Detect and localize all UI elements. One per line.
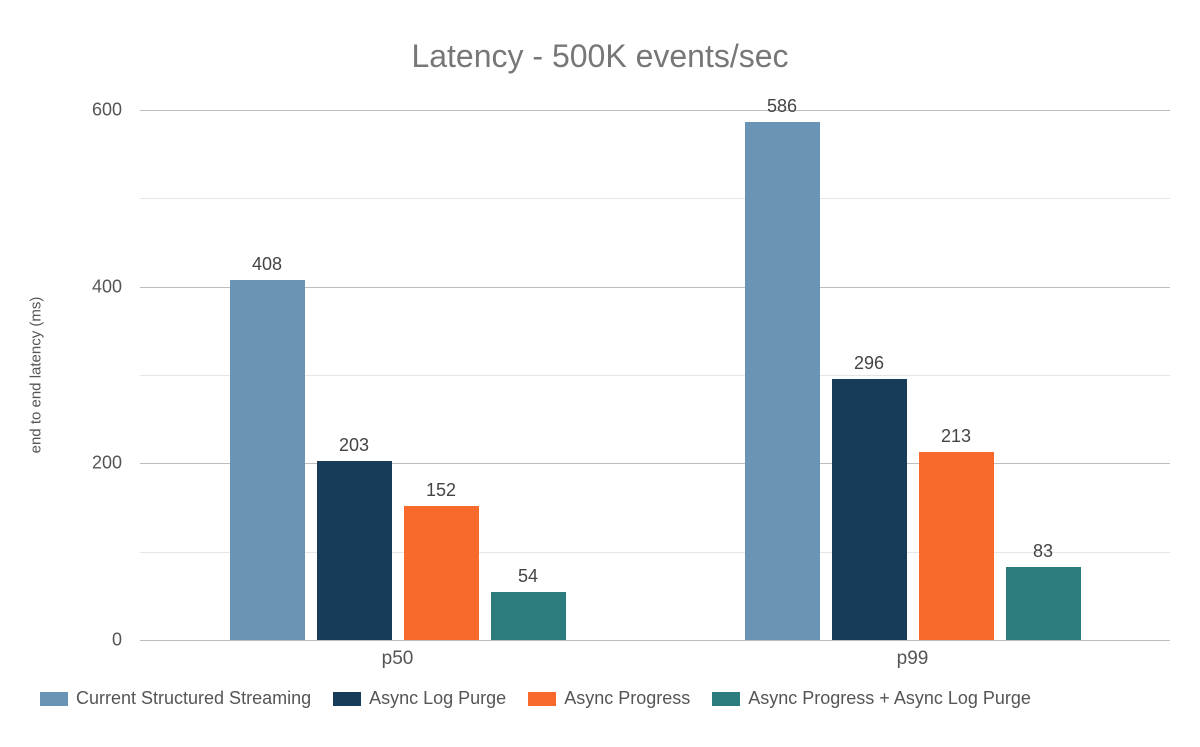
legend-item: Async Progress + Async Log Purge bbox=[712, 688, 1031, 709]
bar bbox=[404, 506, 479, 640]
legend-swatch bbox=[40, 692, 68, 706]
bar-value-label: 83 bbox=[1003, 541, 1083, 562]
legend-item: Async Log Purge bbox=[333, 688, 506, 709]
grid-line bbox=[140, 640, 1170, 641]
legend-swatch bbox=[712, 692, 740, 706]
bar bbox=[230, 280, 305, 640]
legend-label: Async Progress + Async Log Purge bbox=[748, 688, 1031, 709]
grid-line bbox=[140, 198, 1170, 199]
legend-item: Current Structured Streaming bbox=[40, 688, 311, 709]
bar bbox=[491, 592, 566, 640]
chart-title: Latency - 500K events/sec bbox=[0, 38, 1200, 75]
x-tick-label: p99 bbox=[897, 648, 929, 670]
y-tick-label: 400 bbox=[62, 276, 122, 297]
legend-item: Async Progress bbox=[528, 688, 690, 709]
bar bbox=[745, 122, 820, 640]
bar bbox=[919, 452, 994, 640]
bar-value-label: 213 bbox=[916, 426, 996, 447]
bar-value-label: 586 bbox=[742, 96, 822, 117]
bar-value-label: 296 bbox=[829, 353, 909, 374]
bar bbox=[317, 461, 392, 640]
legend-label: Async Log Purge bbox=[369, 688, 506, 709]
bar bbox=[832, 379, 907, 640]
bar-value-label: 54 bbox=[488, 566, 568, 587]
legend: Current Structured Streaming Async Log Pu… bbox=[40, 688, 1180, 709]
bar-value-label: 203 bbox=[314, 435, 394, 456]
legend-label: Async Progress bbox=[564, 688, 690, 709]
y-axis-title: end to end latency (ms) bbox=[28, 297, 45, 454]
chart-container: Latency - 500K events/sec end to end lat… bbox=[0, 0, 1200, 747]
x-tick-label: p50 bbox=[382, 648, 414, 670]
grid-line bbox=[140, 110, 1170, 111]
y-tick-label: 0 bbox=[62, 630, 122, 651]
bar bbox=[1006, 567, 1081, 640]
legend-label: Current Structured Streaming bbox=[76, 688, 311, 709]
legend-swatch bbox=[528, 692, 556, 706]
bar-value-label: 408 bbox=[227, 254, 307, 275]
plot-area: 020040060040820315254p5058629621383p99 bbox=[140, 110, 1170, 640]
legend-swatch bbox=[333, 692, 361, 706]
y-tick-label: 200 bbox=[62, 453, 122, 474]
y-tick-label: 600 bbox=[62, 100, 122, 121]
bar-value-label: 152 bbox=[401, 480, 481, 501]
